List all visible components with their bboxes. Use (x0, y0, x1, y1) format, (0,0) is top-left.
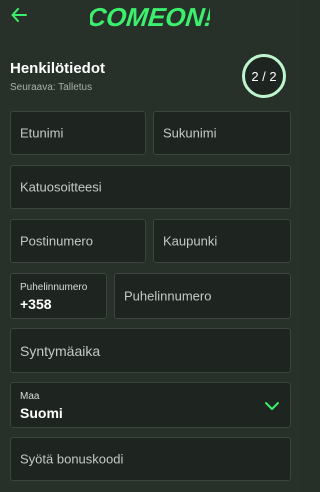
phone-prefix-label: Puhelinnumero (20, 282, 88, 293)
phone-prefix-value: +358 (20, 296, 52, 312)
country-select[interactable]: Maa Suomi (10, 382, 291, 428)
step-indicator: 2 / 2 (241, 53, 287, 99)
street-address-field[interactable]: Katuosoitteesi (10, 165, 291, 209)
step-counter: 2 / 2 (251, 68, 277, 84)
last-name-placeholder: Sukunimi (163, 125, 217, 141)
phone-number-placeholder: Puhelinnumero (124, 288, 212, 304)
city-field[interactable]: Kaupunki (153, 219, 291, 263)
bonus-code-field[interactable]: Syötä bonuskoodi (10, 437, 291, 481)
chevron-down-icon (264, 399, 280, 411)
country-label: Maa (20, 391, 40, 402)
back-button[interactable] (8, 6, 30, 28)
first-name-placeholder: Etunimi (20, 125, 64, 141)
next-step-label: Seuraava: Talletus (10, 82, 93, 93)
postal-code-field[interactable]: Postinumero (10, 219, 146, 263)
city-placeholder: Kaupunki (163, 233, 218, 249)
section-header: Henkilötiedot Seuraava: Talletus (10, 60, 230, 95)
page-title: Henkilötiedot (10, 60, 106, 77)
phone-prefix-field[interactable]: Puhelinnumero +358 (10, 273, 107, 319)
last-name-field[interactable]: Sukunimi (153, 111, 291, 155)
postal-code-placeholder: Postinumero (20, 233, 93, 249)
svg-text:COMEON!: COMEON! (90, 2, 210, 32)
bonus-code-placeholder: Syötä bonuskoodi (20, 451, 124, 467)
arrow-left-icon (11, 7, 27, 27)
top-bar: COMEON! (0, 0, 300, 34)
first-name-field[interactable]: Etunimi (10, 111, 146, 155)
birth-date-placeholder: Syntymäaika (20, 342, 101, 359)
birth-date-field[interactable]: Syntymäaika (10, 328, 291, 373)
comeon-logo: COMEON! (90, 1, 210, 33)
street-address-placeholder: Katuosoitteesi (20, 179, 102, 195)
phone-number-field[interactable]: Puhelinnumero (114, 273, 291, 319)
registration-page: COMEON! Henkilötiedot Seuraava: Talletus… (0, 0, 300, 492)
country-value: Suomi (20, 405, 63, 421)
